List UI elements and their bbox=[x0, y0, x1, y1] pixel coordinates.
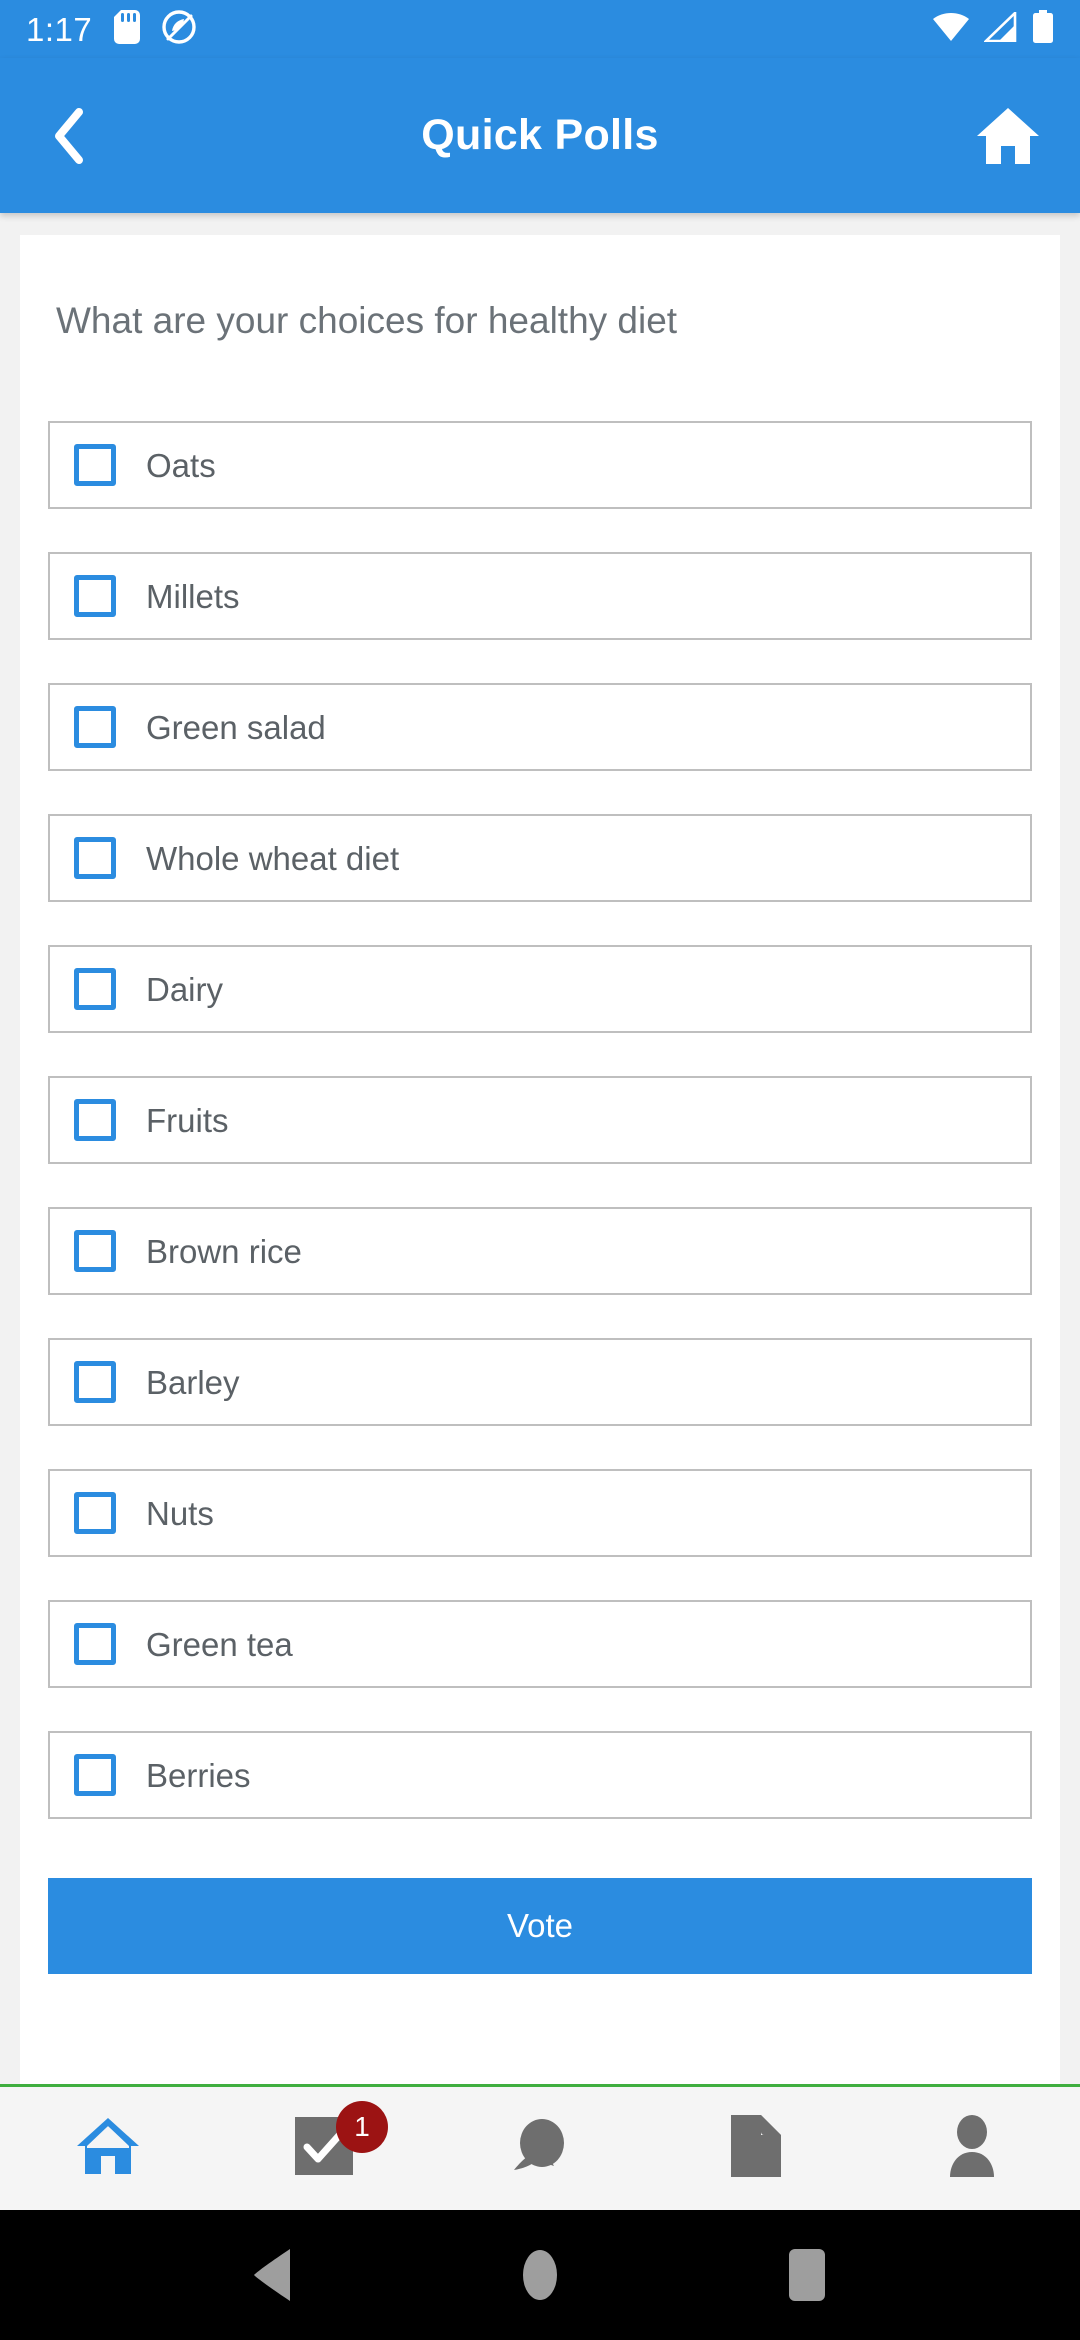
poll-option-row[interactable]: Barley bbox=[48, 1338, 1032, 1427]
poll-option-row[interactable]: Green tea bbox=[48, 1600, 1032, 1689]
back-triangle-icon[interactable] bbox=[228, 2230, 318, 2320]
poll-option-row[interactable]: Millets bbox=[48, 552, 1032, 641]
nav-item-profile[interactable] bbox=[864, 2087, 1080, 2210]
poll-option-label: Brown rice bbox=[146, 1232, 302, 1270]
poll-question: What are your choices for healthy diet bbox=[56, 300, 678, 341]
status-bar-clock: 1:17 bbox=[26, 10, 93, 48]
poll-option-row[interactable]: Whole wheat diet bbox=[48, 814, 1032, 903]
person-icon bbox=[944, 2115, 1000, 2182]
android-system-nav bbox=[0, 2210, 1080, 2340]
poll-option-label: Fruits bbox=[146, 1101, 229, 1139]
checkbox-icon[interactable] bbox=[74, 444, 116, 487]
poll-option-row[interactable]: Berries bbox=[48, 1731, 1032, 1820]
bottom-navigation-bar: 1 bbox=[0, 2084, 1080, 2210]
poll-option-label: Barley bbox=[146, 1363, 240, 1401]
checkbox-icon[interactable] bbox=[74, 968, 116, 1011]
home-icon bbox=[75, 2116, 141, 2181]
data-saver-icon bbox=[162, 9, 196, 49]
poll-option-label: Berries bbox=[146, 1756, 251, 1794]
tasks-badge: 1 bbox=[336, 2101, 388, 2153]
poll-option-row[interactable]: Oats bbox=[48, 421, 1032, 510]
status-bar-right bbox=[932, 9, 1054, 49]
nav-item-documents[interactable] bbox=[648, 2087, 864, 2210]
checkbox-icon[interactable] bbox=[74, 706, 116, 749]
poll-option-label: Green tea bbox=[146, 1625, 293, 1663]
nav-item-home[interactable] bbox=[0, 2087, 216, 2210]
poll-option-label: Nuts bbox=[146, 1494, 214, 1532]
battery-icon bbox=[1032, 9, 1054, 49]
nav-item-chat[interactable] bbox=[432, 2087, 648, 2210]
back-button[interactable] bbox=[34, 101, 104, 171]
poll-option-label: Green salad bbox=[146, 708, 326, 746]
content-area: What are your choices for healthy diet O… bbox=[0, 213, 1080, 2084]
nav-item-tasks[interactable]: 1 bbox=[216, 2087, 432, 2210]
poll-option-row[interactable]: Green salad bbox=[48, 683, 1032, 772]
home-button[interactable] bbox=[970, 98, 1046, 174]
poll-options-list: Oats Millets Green salad Whole wheat diet Da… bbox=[48, 421, 1032, 1862]
poll-option-row[interactable]: Dairy bbox=[48, 945, 1032, 1034]
checkbox-icon[interactable] bbox=[74, 1230, 116, 1273]
poll-option-label: Whole wheat diet bbox=[146, 839, 400, 877]
phone-screen: 1:17 Quick Polls What are your choices f… bbox=[0, 0, 1080, 2340]
sd-card-icon bbox=[114, 9, 141, 49]
app-bar: Quick Polls bbox=[0, 58, 1080, 213]
cellular-signal-icon bbox=[982, 9, 1018, 47]
poll-option-label: Millets bbox=[146, 577, 240, 615]
status-bar-left: 1:17 bbox=[26, 9, 196, 49]
checkbox-icon[interactable] bbox=[74, 575, 116, 618]
poll-option-label: Dairy bbox=[146, 970, 224, 1008]
poll-option-row[interactable]: Brown rice bbox=[48, 1207, 1032, 1296]
wifi-icon bbox=[932, 12, 970, 47]
checkbox-icon[interactable] bbox=[74, 1099, 116, 1142]
recents-square-icon[interactable] bbox=[762, 2230, 852, 2320]
page-title: Quick Polls bbox=[421, 111, 659, 159]
checkbox-icon[interactable] bbox=[74, 1623, 116, 1666]
poll-option-label: Oats bbox=[146, 446, 216, 484]
poll-option-row[interactable]: Fruits bbox=[48, 1076, 1032, 1165]
checkbox-icon[interactable] bbox=[74, 1361, 116, 1404]
chat-bubble-icon bbox=[508, 2116, 572, 2181]
status-bar: 1:17 bbox=[0, 0, 1080, 58]
document-icon bbox=[731, 2115, 781, 2182]
home-circle-icon[interactable] bbox=[495, 2230, 585, 2320]
vote-button[interactable]: Vote bbox=[48, 1878, 1032, 1975]
poll-card: What are your choices for healthy diet O… bbox=[20, 235, 1060, 2084]
checkbox-icon[interactable] bbox=[74, 1754, 116, 1797]
checkbox-icon[interactable] bbox=[74, 837, 116, 880]
checkbox-icon[interactable] bbox=[74, 1492, 116, 1535]
poll-option-row[interactable]: Nuts bbox=[48, 1469, 1032, 1558]
